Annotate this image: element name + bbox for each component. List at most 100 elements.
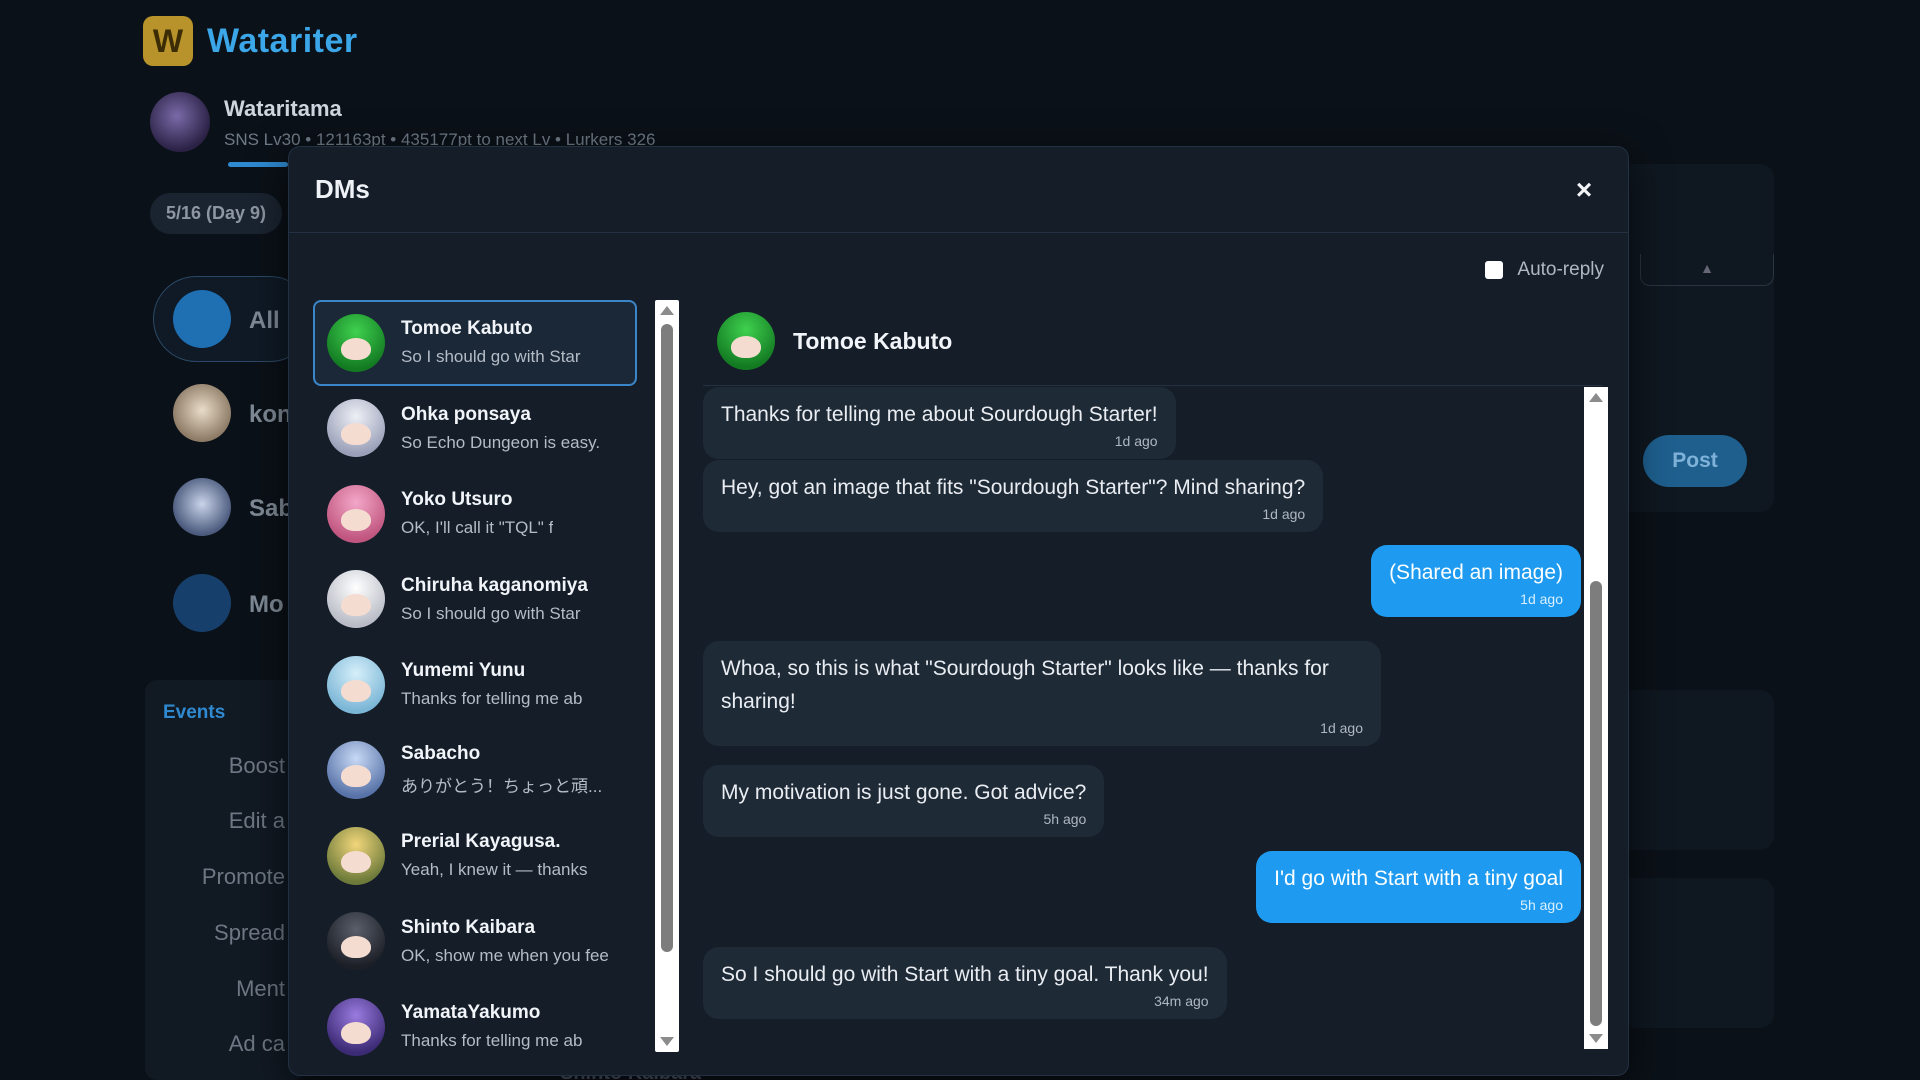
contact-name: Tomoe Kabuto [401,318,533,340]
message-time: 1d ago [1320,720,1363,736]
side-card [1620,690,1774,850]
contact-preview: So Echo Dungeon is easy. [401,432,601,452]
app-name: Watariter [207,21,358,60]
message-thread: Thanks for telling me about Sourdough St… [703,387,1581,1049]
message-time: 1d ago [1114,433,1158,449]
avatar [327,912,385,971]
event-item[interactable]: Spread [214,920,285,946]
contact-item-sabacho[interactable]: Sabacho ありがとう！ちょっと頑... [313,728,637,814]
contact-item-yoko-utsuro[interactable]: Yoko Utsuro OK, I'll call it "TQL" f [313,471,637,557]
contact-name: Chiruha kaganomiya [401,574,588,596]
contact-preview: So I should go with Star [401,347,581,367]
close-button[interactable]: × [1566,172,1602,208]
message-bubble-incoming: My motivation is just gone. Got advice? … [703,765,1105,837]
event-item[interactable]: Boost [229,753,285,779]
contact-item-yumemi-yunu[interactable]: Yumemi Yunu Thanks for telling me ab [313,642,637,728]
contact-preview: OK, show me when you fee [401,945,609,965]
contact-item-ohka-ponsaya[interactable]: Ohka ponsaya So Echo Dungeon is easy. [313,386,637,472]
contact-item-shinto-kaibara[interactable]: Shinto Kaibara OK, show me when you fee [313,899,637,985]
contact-name: Sabacho [401,743,481,765]
contact-name: Ohka ponsaya [401,403,531,425]
contact-list-scrollbar[interactable] [655,300,679,1052]
profile-avatar[interactable] [150,92,210,152]
profile-name: Wataritama [224,96,342,121]
avatar [327,655,385,714]
scroll-down-arrow-icon[interactable] [660,1037,674,1046]
filter-label-all[interactable]: All [249,307,280,335]
filter-label-more[interactable]: Mo [249,591,284,619]
scrollbar-thumb[interactable] [661,324,673,952]
divider [703,385,1603,386]
message-bubble-incoming: Thanks for telling me about Sourdough St… [703,387,1176,459]
post-button[interactable]: Post [1643,435,1747,487]
message-bubble-incoming: Hey, got an image that fits "Sourdough S… [703,460,1324,532]
chat-header: Tomoe Kabuto [717,312,952,370]
level-progress-bar [228,162,288,167]
avatar [327,741,385,800]
scroll-down-arrow-icon[interactable] [1589,1034,1603,1043]
message-text: I'd go with Start with a tiny goal [1274,867,1563,890]
avatar [327,570,385,629]
scroll-up-arrow-icon[interactable] [1589,393,1603,402]
message-text: Thanks for telling me about Sourdough St… [721,403,1158,426]
contact-item-tomoe-kabuto[interactable]: Tomoe Kabuto So I should go with Star [313,300,637,386]
avatar[interactable] [173,478,231,536]
event-item[interactable]: Promote [202,864,285,890]
compose-select[interactable]: ▲ [1640,254,1774,286]
avatar[interactable] [173,384,231,442]
event-item[interactable]: Edit a [229,808,285,834]
contact-item-prerial-kayagusa[interactable]: Prerial Kayagusa. Yeah, I knew it — thank… [313,813,637,899]
avatar [327,484,385,543]
avatar [327,997,385,1056]
all-filter-icon [173,290,231,348]
auto-reply-checkbox[interactable] [1485,261,1504,279]
contact-list: Tomoe Kabuto So I should go with Star Ohk… [313,300,637,1062]
modal-title: DMs [315,174,370,204]
contact-preview: Thanks for telling me ab [401,1031,583,1051]
logo-mark: W [143,16,193,66]
side-card [1620,878,1774,1028]
dm-modal: DMs × Auto-reply Tomoe Kabuto So I should… [288,146,1629,1076]
message-text: My motivation is just gone. Got advice? [721,781,1087,804]
contact-preview: Thanks for telling me ab [401,689,583,709]
auto-reply-toggle[interactable]: Auto-reply [1485,259,1604,281]
chat-scrollbar[interactable] [1584,387,1608,1049]
contact-preview: Yeah, I knew it — thanks [401,860,588,880]
contact-name: Shinto Kaibara [401,916,536,938]
message-text: (Shared an image) [1389,561,1563,584]
message-bubble-outgoing: (Shared an image) 1d ago [1371,545,1581,617]
scrollbar-thumb[interactable] [1590,581,1602,1026]
filter-label-sab[interactable]: Sab [249,495,293,523]
filter-label-kon[interactable]: kon [249,401,292,429]
contact-item-chiruha-kaganomiya[interactable]: Chiruha kaganomiya So I should go with St… [313,557,637,643]
avatar [327,399,385,458]
scroll-up-arrow-icon[interactable] [660,306,674,315]
profile-summary: Wataritama SNS Lv30 • 121163pt • 435177p… [150,92,656,152]
contact-preview: So I should go with Star [401,603,581,623]
event-item[interactable]: Ad ca [229,1031,285,1057]
modal-header: DMs × [289,147,1628,233]
message-time: 1d ago [1520,591,1563,607]
message-time: 5h ago [1520,897,1563,913]
app-logo[interactable]: W Watariter [143,16,358,66]
avatar[interactable] [717,312,775,370]
event-item[interactable]: Ment [236,976,285,1002]
group-icon[interactable] [173,574,231,632]
date-badge: 5/16 (Day 9) [150,193,283,234]
message-bubble-incoming: Whoa, so this is what "Sourdough Starter… [703,641,1381,746]
chat-contact-name: Tomoe Kabuto [793,327,953,354]
events-title: Events [163,702,226,723]
contact-preview: ありがとう！ちょっと頑... [401,777,603,797]
message-bubble-outgoing: I'd go with Start with a tiny goal 5h ag… [1256,851,1581,923]
contact-item-yamatayakumo[interactable]: YamataYakumo Thanks for telling me ab [313,984,637,1062]
message-time: 5h ago [1043,811,1087,827]
contact-name: Yoko Utsuro [401,489,513,511]
message-time: 34m ago [1154,993,1209,1009]
avatar [327,313,385,372]
message-text: Hey, got an image that fits "Sourdough S… [721,476,1306,499]
avatar [327,826,385,885]
contact-name: Prerial Kayagusa. [401,831,561,853]
message-time: 1d ago [1262,506,1306,522]
message-text: So I should go with Start with a tiny go… [721,963,1209,986]
message-text: Whoa, so this is what "Sourdough Starter… [721,657,1329,713]
